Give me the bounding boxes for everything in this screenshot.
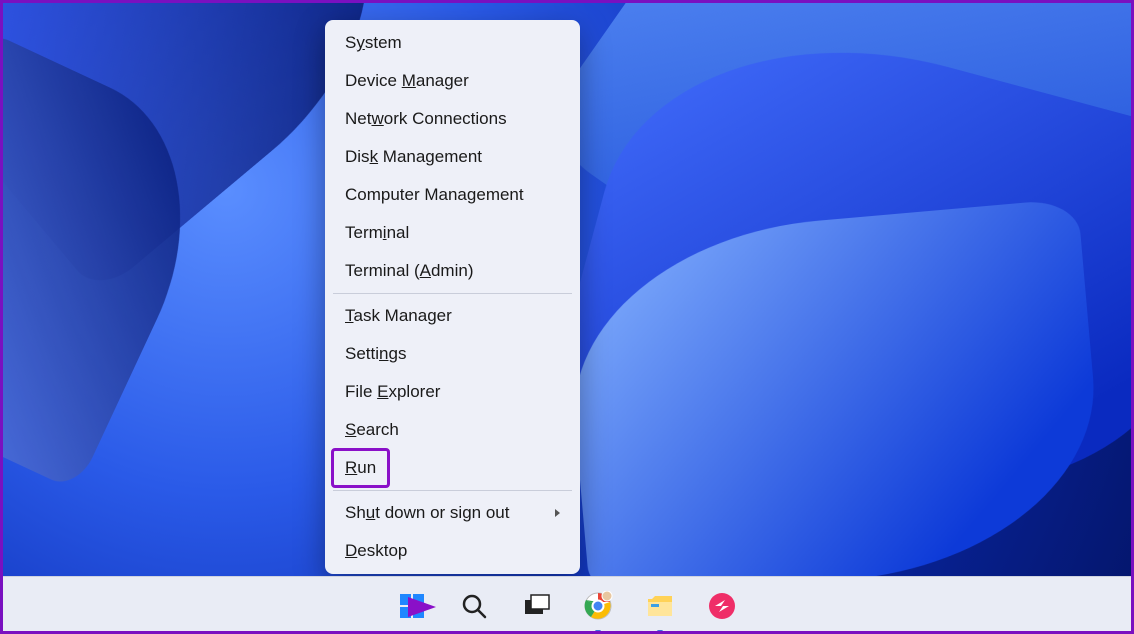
menu-search-label: Search — [345, 420, 399, 440]
task-view-icon — [521, 591, 551, 621]
menu-shutdown[interactable]: Shut down or sign out — [325, 494, 580, 532]
menu-run-label: Run — [345, 458, 376, 478]
menu-task-manager[interactable]: Task Manager — [325, 297, 580, 335]
menu-network-connections[interactable]: Network Connections — [325, 100, 580, 138]
power-user-menu: System Device Manager Network Connections D… — [325, 20, 580, 574]
menu-computer-management-label: Computer Management — [345, 185, 524, 205]
menu-terminal-admin[interactable]: Terminal (Admin) — [325, 252, 580, 290]
chrome-icon — [583, 591, 613, 621]
menu-file-explorer-label: File Explorer — [345, 382, 440, 402]
menu-separator — [333, 293, 572, 294]
menu-network-connections-label: Network Connections — [345, 109, 507, 129]
file-explorer-icon — [645, 591, 675, 621]
menu-desktop[interactable]: Desktop — [325, 532, 580, 570]
menu-disk-management[interactable]: Disk Management — [325, 138, 580, 176]
menu-terminal-admin-label: Terminal (Admin) — [345, 261, 473, 281]
menu-task-manager-label: Task Manager — [345, 306, 452, 326]
menu-computer-management[interactable]: Computer Management — [325, 176, 580, 214]
windows-logo-icon — [397, 591, 427, 621]
chevron-right-icon — [555, 509, 560, 517]
start-button[interactable] — [390, 584, 434, 628]
search-icon — [459, 591, 489, 621]
menu-file-explorer[interactable]: File Explorer — [325, 373, 580, 411]
chrome-button[interactable] — [576, 584, 620, 628]
app-icon — [707, 591, 737, 621]
app-button[interactable] — [700, 584, 744, 628]
menu-device-manager[interactable]: Device Manager — [325, 62, 580, 100]
menu-terminal[interactable]: Terminal — [325, 214, 580, 252]
search-button[interactable] — [452, 584, 496, 628]
menu-search[interactable]: Search — [325, 411, 580, 449]
menu-settings[interactable]: Settings — [325, 335, 580, 373]
menu-settings-label: Settings — [345, 344, 406, 364]
taskbar — [0, 576, 1134, 634]
menu-system-label: System — [345, 33, 402, 53]
task-view-button[interactable] — [514, 584, 558, 628]
menu-device-manager-label: Device Manager — [345, 71, 469, 91]
menu-run[interactable]: Run — [325, 449, 580, 487]
desktop-wallpaper: System Device Manager Network Connections D… — [0, 0, 1134, 634]
menu-desktop-label: Desktop — [345, 541, 407, 561]
menu-separator — [333, 490, 572, 491]
menu-shutdown-label: Shut down or sign out — [345, 503, 509, 523]
menu-system[interactable]: System — [325, 24, 580, 62]
menu-disk-management-label: Disk Management — [345, 147, 482, 167]
file-explorer-button[interactable] — [638, 584, 682, 628]
menu-terminal-label: Terminal — [345, 223, 409, 243]
